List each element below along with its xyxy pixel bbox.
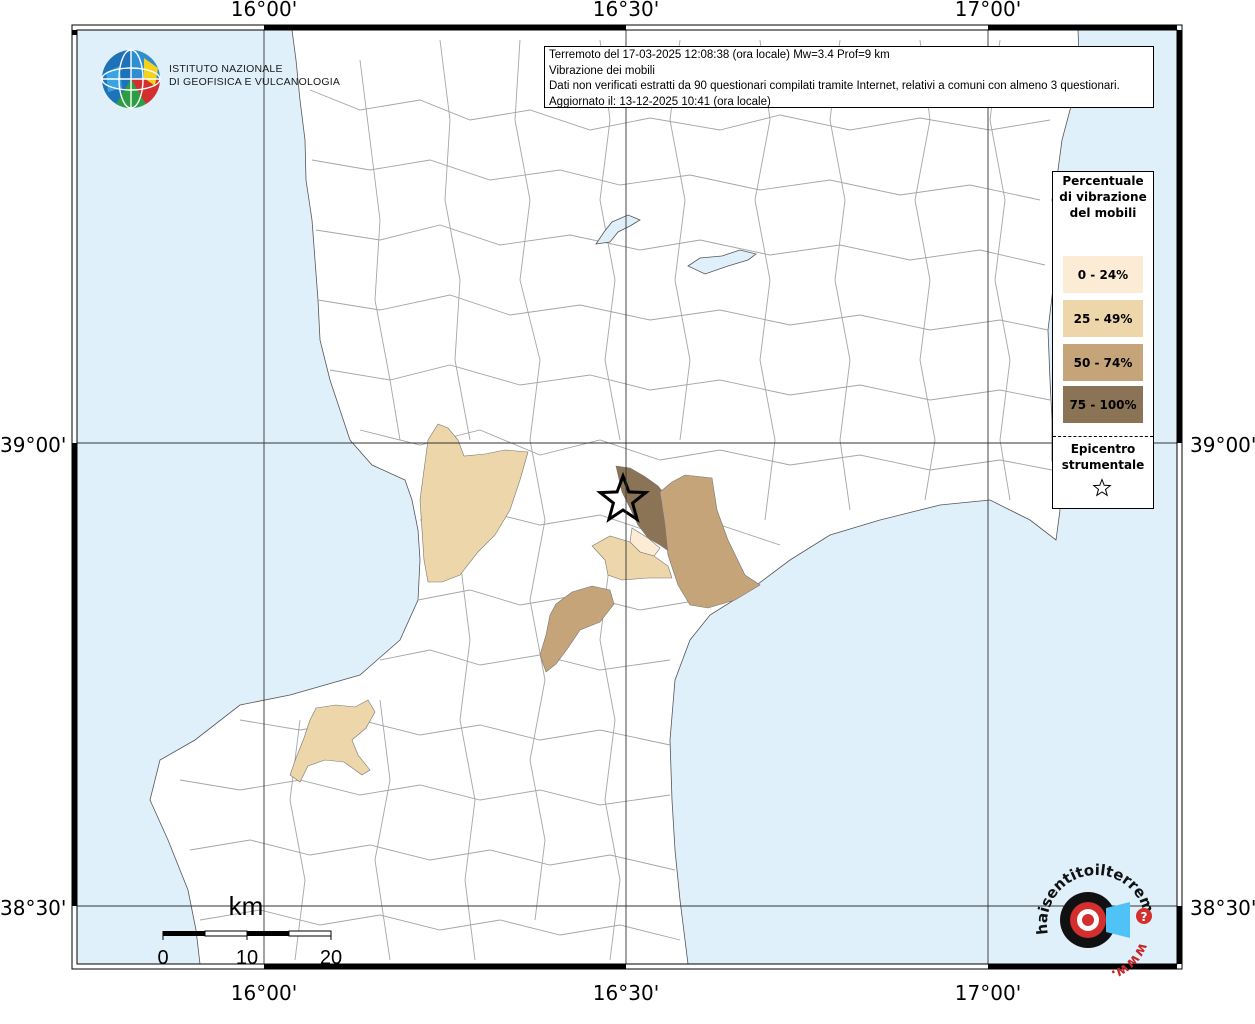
map-subject: Vibrazione dei mobili [549, 64, 655, 77]
svg-text:?: ? [1141, 910, 1148, 924]
epicenter-label: Epicentro strumentale [1061, 442, 1145, 472]
megaphone-icon [1106, 902, 1130, 938]
legend-item-0-24: 0 - 24% [1063, 256, 1143, 293]
ingv-name-line2: DI GEOFISICA E VULCANOLOGIA [169, 76, 341, 88]
ingv-logo [100, 48, 162, 114]
data-note: Dati non verificati estratti da 90 quest… [549, 80, 1120, 92]
haisentito-logo: haisentitoilterremoto.it www. ? [1034, 862, 1158, 983]
left-label-1: 39°00' [0, 433, 66, 457]
hst-www: www. [1109, 940, 1151, 982]
top-label-1: 16°00' [231, 0, 297, 21]
bottom-label-2: 16°30' [593, 981, 659, 1005]
scale-tick-10: 10 [236, 947, 258, 969]
globe-icon [101, 49, 161, 109]
legend-title: Percentuale di vibrazione del mobili [1059, 174, 1147, 220]
bottom-label-1: 16°00' [231, 981, 297, 1005]
legend-label: 75 - 100% [1069, 397, 1137, 412]
legend-item-25-49: 25 - 49% [1063, 300, 1143, 337]
bottom-label-3: 17°00' [955, 981, 1021, 1005]
right-label-1: 39°00' [1190, 433, 1255, 457]
legend-label: 25 - 49% [1073, 311, 1133, 326]
scale-bar: km 0 10 20 [157, 891, 342, 969]
legend-divider [1053, 436, 1153, 437]
ingv-name: ISTITUTO NAZIONALE DI GEOFISICA E VULCAN… [169, 63, 340, 89]
top-label-3: 17°00' [955, 0, 1021, 21]
scale-tick-20: 20 [320, 947, 342, 969]
event-info-box: Terremoto del 17-03-2025 12:08:38 (ora l… [544, 46, 1154, 108]
legend-item-50-74: 50 - 74% [1063, 344, 1143, 381]
right-label-2: 38°30' [1190, 896, 1255, 920]
scale-unit: km [229, 891, 264, 921]
legend-label: 0 - 24% [1077, 267, 1129, 282]
left-label-2: 38°30' [0, 896, 66, 920]
updated-at: Aggiornato il: 13-12-2025 10:41 (ora loc… [549, 95, 771, 108]
svg-text:www.: www. [1109, 940, 1151, 982]
ingv-name-line1: ISTITUTO NAZIONALE [169, 63, 283, 75]
event-title: Terremoto del 17-03-2025 12:08:38 (ora l… [549, 49, 890, 61]
scale-tick-0: 0 [157, 947, 168, 969]
star-icon [1092, 478, 1112, 497]
top-label-2: 16°30' [593, 0, 659, 21]
legend: Percentuale di vibrazione del mobili 0 -… [1052, 171, 1154, 509]
legend-label: 50 - 74% [1073, 355, 1133, 370]
legend-item-75-100: 75 - 100% [1063, 386, 1143, 423]
